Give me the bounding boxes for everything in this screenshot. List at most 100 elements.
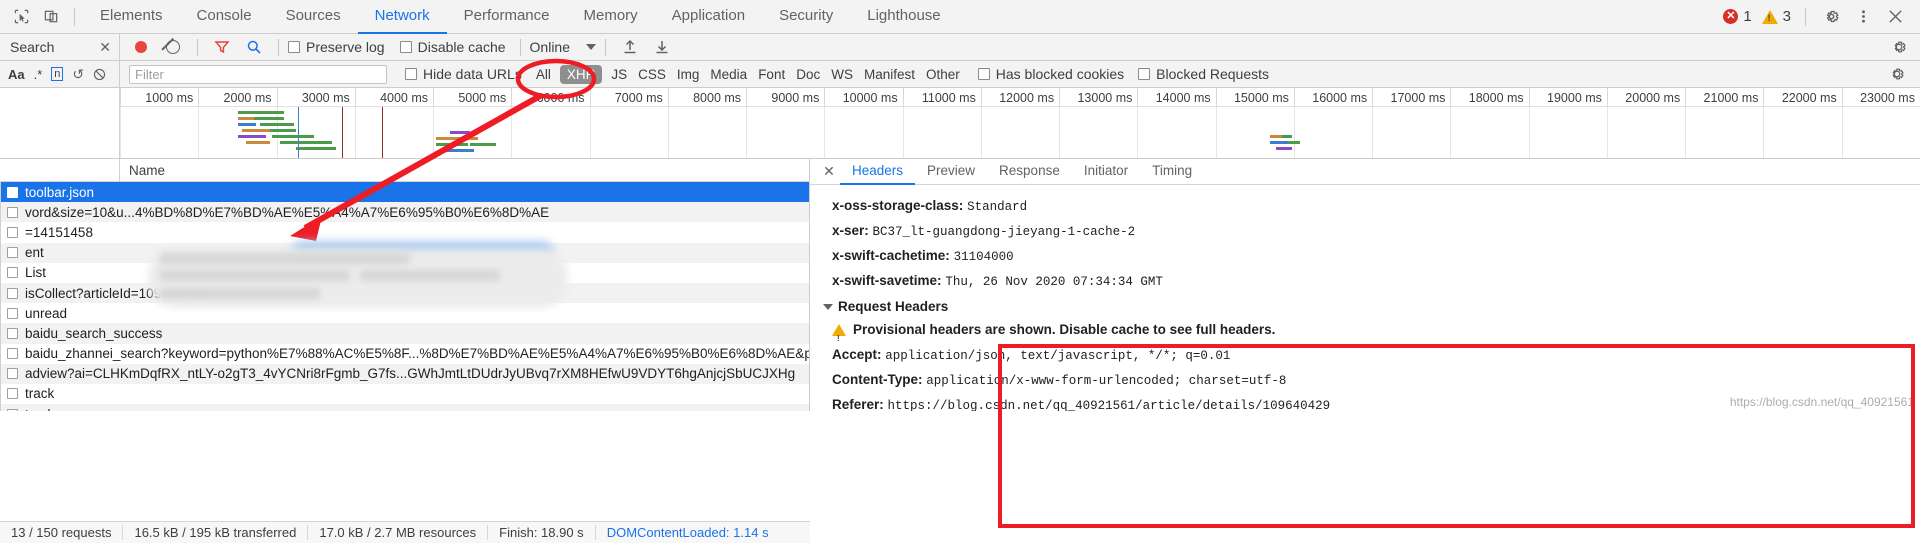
tab-memory[interactable]: Memory — [567, 0, 655, 34]
chevron-down-icon — [823, 303, 833, 310]
header-key: Referer: — [832, 397, 884, 411]
column-header-name[interactable]: Name — [120, 163, 165, 178]
search-icon[interactable] — [239, 33, 269, 61]
filter-type-other[interactable]: Other — [926, 67, 960, 82]
overview-waterfall-bar — [296, 147, 336, 150]
export-har-button[interactable] — [647, 33, 677, 61]
overview-column-divider — [1841, 107, 1843, 158]
blocked-requests-checkbox[interactable]: Blocked Requests — [1138, 66, 1269, 82]
overview-column-divider — [1215, 107, 1217, 158]
tab-console[interactable]: Console — [180, 0, 269, 34]
detail-tab-preview[interactable]: Preview — [915, 159, 987, 185]
error-badge[interactable]: ✕ 1 — [1719, 8, 1755, 25]
timeline-tick: 19000 ms — [1528, 88, 1607, 107]
import-har-button[interactable] — [615, 33, 645, 61]
overview-body[interactable]: 1000 ms 2000 ms 3000 ms 4000 ms 5000 ms 6000 … — [120, 88, 1920, 158]
warning-icon — [832, 324, 846, 352]
request-row-icon — [7, 368, 18, 380]
header-key: x-swift-savetime: — [832, 273, 942, 288]
overview-waterfall-bar — [460, 137, 478, 140]
network-settings-icon[interactable] — [1884, 33, 1914, 61]
disable-cache-checkbox[interactable]: Disable cache — [399, 39, 506, 55]
gear-icon[interactable] — [1816, 3, 1846, 31]
hide-data-urls-checkbox[interactable]: Hide data URLs — [405, 66, 522, 82]
provisional-notice-text: Provisional headers are shown. Disable c… — [853, 322, 1276, 337]
request-row-selected[interactable]: toolbar.json — [1, 182, 809, 203]
redaction-blur-6 — [160, 288, 320, 299]
request-row[interactable]: adview?ai=CLHKmDqfRX_ntLY-o2gT3_4vYCNri8… — [1, 363, 809, 384]
netbar-divider-2 — [278, 38, 279, 56]
tab-elements[interactable]: Elements — [83, 0, 180, 34]
tab-network[interactable]: Network — [357, 0, 447, 34]
clear-search-icon[interactable] — [93, 68, 106, 81]
tab-security[interactable]: Security — [762, 0, 850, 34]
more-icon[interactable] — [1848, 3, 1878, 31]
whole-word-icon[interactable]: n — [51, 67, 64, 81]
filter-type-media[interactable]: Media — [710, 67, 747, 82]
error-icon: ✕ — [1723, 9, 1739, 24]
request-headers-section-title[interactable]: Request Headers — [823, 299, 1920, 314]
request-headers-label: Request Headers — [838, 299, 949, 314]
preserve-log-checkbox[interactable]: Preserve log — [288, 39, 385, 55]
device-toolbar-icon[interactable] — [36, 3, 66, 31]
tab-lighthouse[interactable]: Lighthouse — [850, 0, 957, 34]
network-overview[interactable]: 1000 ms 2000 ms 3000 ms 4000 ms 5000 ms 6000 … — [0, 88, 1920, 159]
request-row-name: track — [25, 407, 54, 411]
preserve-log-label: Preserve log — [306, 39, 385, 55]
filter-type-font[interactable]: Font — [758, 67, 785, 82]
filter-type-css[interactable]: CSS — [638, 67, 666, 82]
request-row-name: ent — [25, 245, 44, 261]
detail-close-icon[interactable]: ✕ — [818, 163, 840, 180]
tab-performance[interactable]: Performance — [447, 0, 567, 34]
clear-button[interactable] — [158, 33, 188, 61]
status-domcontentloaded: DOMContentLoaded: 1.14 s — [606, 525, 769, 540]
has-blocked-cookies-label: Has blocked cookies — [995, 66, 1125, 82]
filter-type-ws[interactable]: WS — [831, 67, 853, 82]
request-row[interactable]: baidu_search_success — [1, 323, 809, 344]
overview-column-divider — [1606, 107, 1608, 158]
overview-column-divider — [1685, 107, 1687, 158]
request-row[interactable]: baidu_zhannei_search?keyword=python%E7%8… — [1, 344, 809, 364]
overview-column-divider — [198, 107, 200, 158]
warning-icon — [1761, 9, 1778, 24]
network-status-bar: 13 / 150 requests 16.5 kB / 195 kB trans… — [0, 521, 810, 543]
regex-icon[interactable]: .* — [34, 67, 43, 82]
overview-column-divider — [902, 107, 904, 158]
filter-settings-icon[interactable] — [1882, 60, 1912, 88]
request-row[interactable]: track — [1, 384, 809, 404]
devtools-tabbar: Elements Console Sources Network Perform… — [0, 0, 1920, 34]
filter-type-js[interactable]: JS — [611, 67, 627, 82]
detail-tab-headers[interactable]: Headers — [840, 159, 916, 185]
timeline-tick: 4000 ms — [354, 88, 433, 107]
filter-type-doc[interactable]: Doc — [796, 67, 820, 82]
filter-type-manifest[interactable]: Manifest — [864, 67, 915, 82]
overview-event-line — [298, 107, 299, 158]
record-button[interactable] — [126, 33, 156, 61]
timeline-tick: 22000 ms — [1763, 88, 1841, 107]
overview-column-divider — [746, 107, 748, 158]
warning-badge[interactable]: 3 — [1758, 8, 1795, 25]
inspect-icon[interactable] — [6, 3, 36, 31]
search-close-icon[interactable]: ✕ — [99, 39, 119, 56]
tab-application[interactable]: Application — [655, 0, 762, 34]
filter-icon[interactable] — [207, 33, 237, 61]
match-case-icon[interactable]: Aa — [8, 67, 25, 82]
tab-sources[interactable]: Sources — [269, 0, 358, 34]
close-icon[interactable] — [1880, 3, 1910, 31]
filter-type-all[interactable]: All — [536, 67, 551, 82]
detail-tab-timing[interactable]: Timing — [1140, 159, 1204, 185]
throttling-select[interactable]: Online — [530, 39, 596, 55]
has-blocked-cookies-checkbox[interactable]: Has blocked cookies — [977, 66, 1125, 82]
panel-tabs: Elements Console Sources Network Perform… — [83, 0, 958, 34]
filter-type-xhr[interactable]: XHR — [559, 64, 603, 84]
refresh-icon[interactable]: ↺ — [72, 66, 84, 83]
detail-tab-initiator[interactable]: Initiator — [1072, 159, 1140, 185]
request-row[interactable]: vord&size=10&u...4%BD%8D%E7%BD%AE%E5%A4%… — [1, 202, 809, 223]
detail-tab-response[interactable]: Response — [987, 159, 1072, 185]
request-row[interactable]: track — [1, 404, 809, 411]
timeline-tick: 7000 ms — [589, 88, 668, 107]
request-list-header: Name — [0, 158, 809, 182]
request-row[interactable]: =14151458 — [1, 222, 809, 242]
filter-type-img[interactable]: Img — [677, 67, 700, 82]
filter-input[interactable] — [129, 64, 387, 84]
